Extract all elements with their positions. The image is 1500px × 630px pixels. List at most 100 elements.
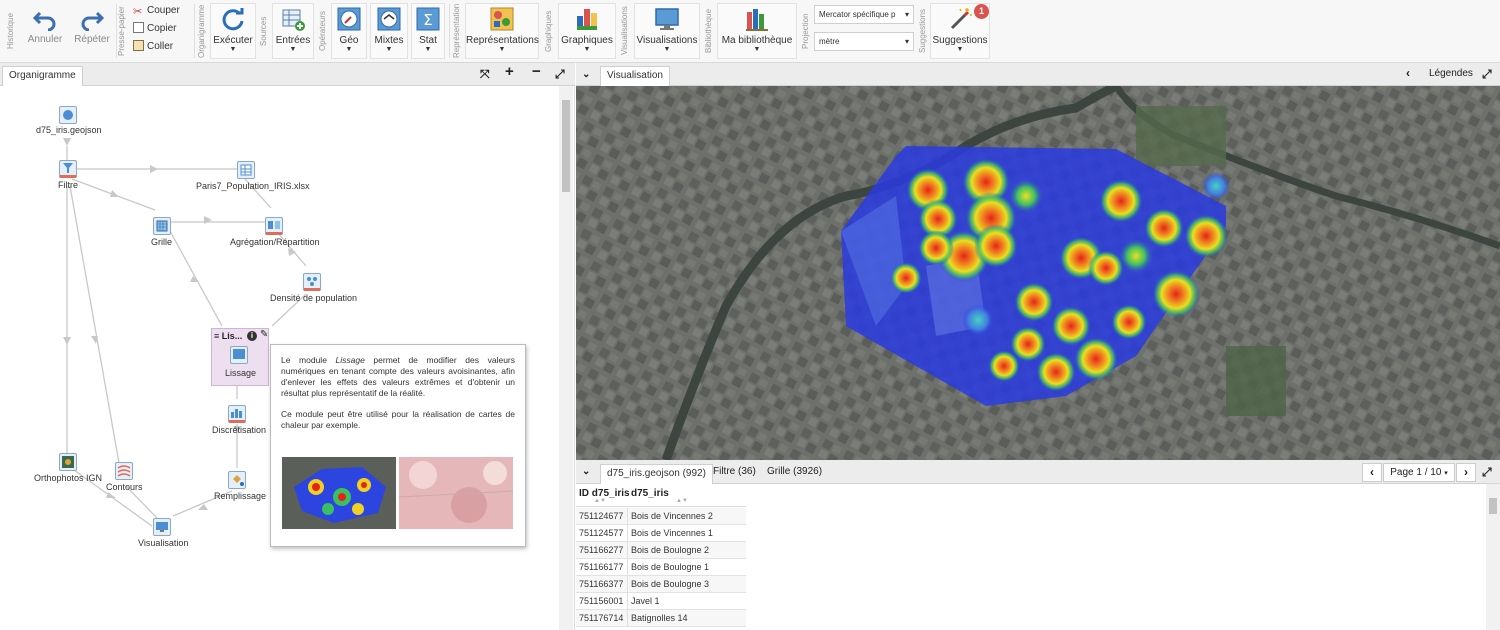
info-icon[interactable]: i xyxy=(247,331,257,341)
monitor-icon xyxy=(655,8,679,30)
table-row[interactable]: 751156001 Javel 1 xyxy=(576,593,746,610)
node-label-density: Densité de population xyxy=(270,293,358,303)
cell-id: 751166177 xyxy=(579,562,624,572)
mixed-button[interactable]: Mixtes ▼ xyxy=(370,3,408,59)
legends-button[interactable]: Légendes xyxy=(1429,68,1473,79)
grid-icon xyxy=(156,220,168,232)
run-button[interactable]: Exécuter ▼ xyxy=(210,3,256,59)
cell-name: Bois de Vincennes 1 xyxy=(631,528,713,538)
flowchart-vertical-scrollbar[interactable] xyxy=(559,86,573,630)
contours-node[interactable] xyxy=(115,462,133,480)
monitor-icon xyxy=(156,522,168,532)
library-label: Ma bibliothèque xyxy=(721,35,793,46)
zoom-out-icon[interactable]: − xyxy=(532,64,541,79)
fill-node[interactable] xyxy=(228,471,246,489)
undo-icon xyxy=(32,11,56,31)
paste-button[interactable]: Coller xyxy=(133,38,173,56)
chevron-left-icon[interactable]: ‹ xyxy=(1406,66,1410,80)
smoothing-icon xyxy=(233,349,245,359)
sort-icon[interactable]: ▲▼ xyxy=(594,498,606,504)
scrollbar-thumb[interactable] xyxy=(562,100,570,192)
heatmap-example-image xyxy=(282,457,396,529)
visualisation-node[interactable] xyxy=(153,518,171,536)
copy-icon xyxy=(133,22,144,33)
graphics-button[interactable]: Graphiques ▼ xyxy=(558,3,616,59)
representations-button[interactable]: Représentations ▼ xyxy=(465,3,539,59)
visualisation-panel: ⌄ Visualisation ‹ Légendes ⤢ ⌄ d75_iris.… xyxy=(576,63,1500,630)
tab-geojson[interactable]: d75_iris.geojson (992) xyxy=(600,464,713,484)
stat-button[interactable]: Σ Stat ▼ xyxy=(411,3,445,59)
cell-name: Javel 1 xyxy=(631,596,660,606)
projection-select[interactable]: Mercator spécifique p ▾ xyxy=(814,5,914,24)
table-row[interactable]: 751176714 Batignolles 14 xyxy=(576,610,746,627)
sort-icon[interactable]: ▲▼ xyxy=(676,498,688,504)
sigma-icon: Σ xyxy=(416,7,440,31)
visualisations-button[interactable]: Visualisations ▼ xyxy=(634,3,700,59)
tab-grid[interactable]: Grille (3926) xyxy=(767,466,822,477)
library-button[interactable]: Ma bibliothèque ▼ xyxy=(717,3,797,59)
density-node[interactable] xyxy=(303,273,321,291)
smoothing-node-selected[interactable]: ≡ Lis... i ✎ Lissage xyxy=(211,328,269,386)
table-row[interactable]: 751166277 Bois de Boulogne 2 xyxy=(576,542,746,559)
expand-icon[interactable]: ⤢ xyxy=(1482,465,1492,479)
representations-icon xyxy=(490,7,514,31)
next-page-button[interactable]: › xyxy=(1456,463,1476,482)
orthophotos-node[interactable] xyxy=(59,453,77,471)
discretisation-node[interactable] xyxy=(228,405,246,423)
cell-name: Bois de Boulogne 1 xyxy=(631,562,710,572)
tab-visualisation[interactable]: Visualisation xyxy=(600,66,670,86)
inputs-caret-icon: ▼ xyxy=(289,46,297,53)
flowchart-panel: Organigramme ⤧ + − ⤢ d75_iris.geojson Fi… xyxy=(0,63,575,630)
inputs-button[interactable]: Entrées ▼ xyxy=(272,3,314,59)
table-row[interactable]: 751124677 Bois de Vincennes 2 xyxy=(576,508,746,525)
collapse-chevron-icon[interactable]: ⌄ xyxy=(582,68,590,82)
geojson-source-node[interactable] xyxy=(59,106,77,124)
table-vertical-scrollbar[interactable] xyxy=(1486,484,1500,630)
table-row[interactable]: 751166377 Bois de Boulogne 3 xyxy=(576,576,746,593)
filter-node[interactable] xyxy=(59,160,77,178)
table-row[interactable]: 751166177 Bois de Boulogne 1 xyxy=(576,559,746,576)
books-icon xyxy=(746,9,768,31)
node-label-visualisation: Visualisation xyxy=(138,538,189,548)
collapse-chevron-icon[interactable]: ⌄ xyxy=(582,465,590,479)
page-selector[interactable]: Page 1 / 10 ▾ xyxy=(1383,463,1455,482)
geo-caret-icon: ▼ xyxy=(345,46,353,53)
node-label-discretisation: Discrétisation xyxy=(212,425,267,435)
previous-page-button[interactable]: ‹ xyxy=(1362,463,1382,482)
library-caret-icon: ▼ xyxy=(753,46,761,53)
menu-icon[interactable]: ≡ xyxy=(214,331,219,341)
population-source-node[interactable] xyxy=(237,161,255,179)
pin-icon[interactable]: ✎ xyxy=(260,329,268,340)
geo-button[interactable]: Géo ▼ xyxy=(331,3,367,59)
tab-filter[interactable]: Filtre (36) xyxy=(713,466,756,477)
table-row[interactable]: 751124577 Bois de Vincennes 1 xyxy=(576,525,746,542)
expand-icon[interactable]: ⤢ xyxy=(555,67,565,81)
group-label-visualisations: Visualisations xyxy=(620,6,629,56)
node-label-fill: Remplissage xyxy=(214,491,267,501)
column-header-name[interactable]: d75_iris xyxy=(631,488,669,499)
cut-button[interactable]: ✂ Couper xyxy=(133,2,180,20)
group-label-projection: Projection xyxy=(801,13,810,49)
group-label-representations: Représentations xyxy=(452,4,461,58)
tab-flowchart[interactable]: Organigramme xyxy=(2,66,83,86)
group-label-library: Bibliothèque xyxy=(704,8,713,54)
stat-label: Stat xyxy=(419,35,437,46)
map-view[interactable] xyxy=(576,86,1500,460)
cell-divider xyxy=(627,593,628,610)
zoom-in-icon[interactable]: + xyxy=(505,64,514,79)
node-label-grid: Grille xyxy=(151,237,173,247)
aggregation-node[interactable] xyxy=(265,217,283,235)
scrollbar-thumb[interactable] xyxy=(1489,498,1497,514)
redo-button[interactable]: Répéter xyxy=(70,3,114,59)
representations-label: Représentations xyxy=(466,35,539,46)
undo-button[interactable]: Annuler xyxy=(24,3,66,59)
mixed-caret-icon: ▼ xyxy=(385,46,393,53)
grid-node[interactable] xyxy=(153,217,171,235)
expand-icon[interactable]: ⤢ xyxy=(1482,67,1492,81)
aerial-photo-icon xyxy=(62,456,74,468)
copy-button[interactable]: Copier xyxy=(133,20,176,38)
magic-wand-icon xyxy=(950,8,972,30)
unit-select[interactable]: mètre ▾ xyxy=(814,32,914,51)
fit-screen-icon[interactable]: ⤧ xyxy=(480,67,490,81)
representations-caret-icon: ▼ xyxy=(498,46,506,53)
